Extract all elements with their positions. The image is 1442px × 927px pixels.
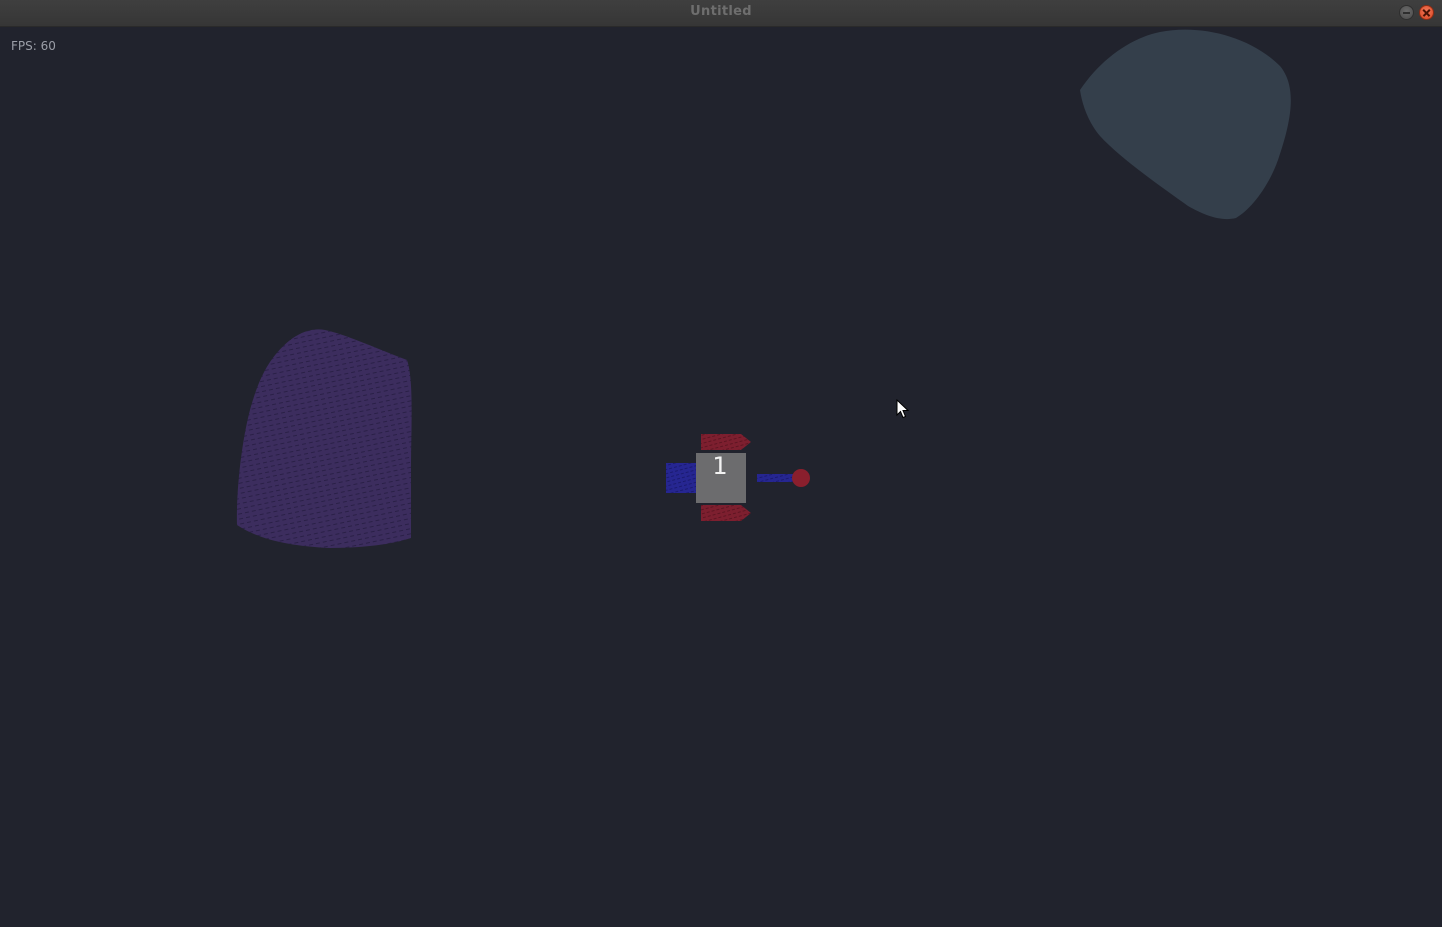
game-canvas[interactable]: 1 bbox=[0, 27, 1442, 927]
close-icon[interactable] bbox=[1419, 5, 1434, 20]
purple-asteroid bbox=[236, 329, 412, 548]
rear-engine bbox=[666, 463, 697, 493]
title-bar: Untitled bbox=[0, 0, 1442, 27]
window-title: Untitled bbox=[690, 4, 752, 19]
top-thruster bbox=[701, 434, 751, 450]
ship-gun bbox=[757, 474, 793, 482]
bottom-thruster bbox=[701, 505, 751, 521]
game-window: Untitled 1 FPS: 60 bbox=[0, 0, 1442, 927]
slate-asteroid bbox=[1080, 29, 1291, 220]
mouse-pointer-icon bbox=[896, 399, 910, 419]
minimize-icon[interactable] bbox=[1399, 5, 1414, 20]
projectile bbox=[792, 469, 810, 487]
player-ship: 1 bbox=[666, 434, 810, 521]
fps-counter: FPS: 60 bbox=[11, 39, 56, 53]
player-number: 1 bbox=[712, 452, 727, 480]
